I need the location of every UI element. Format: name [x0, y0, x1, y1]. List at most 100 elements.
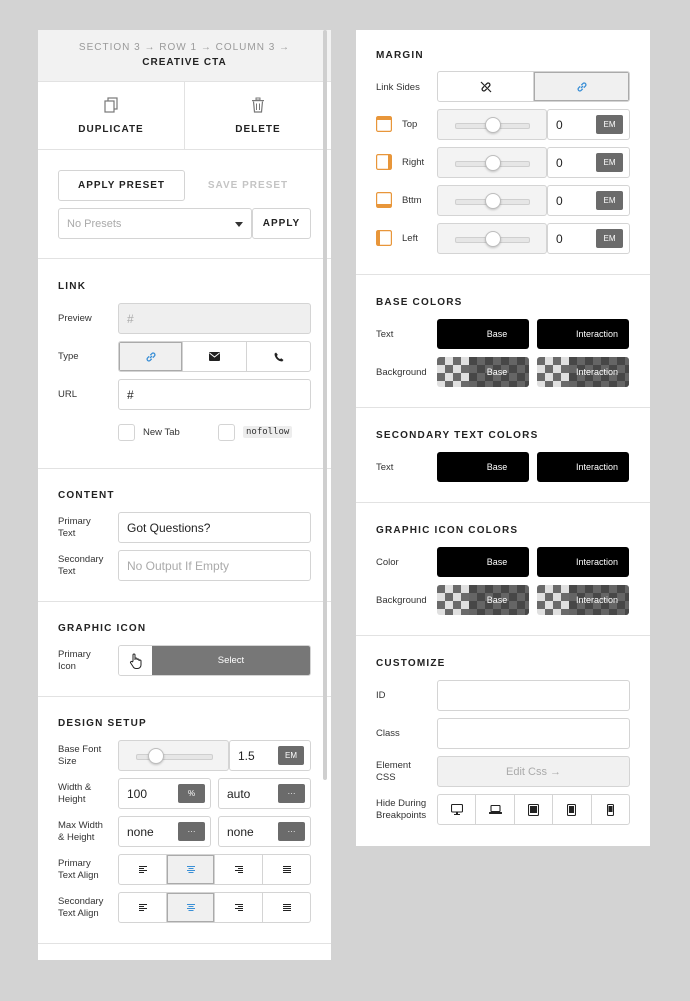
interaction-bg-color-swatch[interactable]: Interaction	[537, 357, 629, 387]
margin-top-unit[interactable]: EM	[596, 115, 623, 134]
icon-preview	[119, 646, 152, 675]
icon-interaction-color-swatch[interactable]: Interaction	[537, 547, 629, 577]
unlink-sides-button[interactable]	[438, 72, 534, 101]
slider-knob[interactable]	[147, 748, 164, 764]
margin-bttm-slider[interactable]	[437, 185, 547, 216]
link-sides-button[interactable]	[534, 72, 629, 101]
preset-select[interactable]: No Presets	[58, 208, 252, 239]
align-right-button[interactable]	[215, 893, 263, 922]
hide-phone-button[interactable]	[592, 795, 629, 824]
secondary-interaction-color-swatch[interactable]: Interaction	[537, 452, 629, 482]
align-center-button[interactable]	[167, 893, 215, 922]
slider-knob[interactable]	[484, 193, 501, 209]
align-center-button[interactable]	[167, 855, 215, 884]
align-right-button[interactable]	[215, 855, 263, 884]
link-type-toggle	[118, 341, 311, 372]
preset-select-value: No Presets	[67, 218, 122, 230]
delete-label: DELETE	[235, 124, 281, 135]
secondary-text-align-label: Secondary Text Align	[58, 896, 104, 919]
margin-bttm-icon	[376, 192, 392, 208]
slider-knob[interactable]	[484, 155, 501, 171]
unlink-icon	[480, 81, 492, 93]
max-height-unit[interactable]: ···	[278, 822, 305, 841]
width-unit[interactable]: %	[178, 784, 205, 803]
base-bg-color-label: Background	[376, 367, 427, 378]
breadcrumb[interactable]: SECTION 3 → ROW 1 → COLUMN 3 →	[38, 42, 331, 53]
new-tab-checkbox[interactable]	[118, 424, 135, 441]
hide-laptop-button[interactable]	[476, 795, 515, 824]
url-input[interactable]: #	[118, 379, 311, 410]
preview-value: #	[127, 311, 134, 326]
envelope-icon	[209, 352, 220, 361]
margin-top-slider[interactable]	[437, 109, 547, 140]
content-section-title: CONTENT	[58, 490, 115, 501]
hide-tablet-landscape-button[interactable]	[515, 795, 554, 824]
icon-bg-base-color-swatch[interactable]: Base	[437, 585, 529, 615]
base-bg-color-swatch[interactable]: Base	[437, 357, 529, 387]
hand-pointer-icon	[129, 653, 143, 669]
height-unit[interactable]: ···	[278, 784, 305, 803]
margin-right-value: 0	[556, 155, 563, 170]
secondary-base-color-swatch[interactable]: Base	[437, 452, 529, 482]
secondary-text-input[interactable]: No Output If Empty	[118, 550, 311, 581]
margin-left-slider[interactable]	[437, 223, 547, 254]
link-icon	[576, 81, 588, 93]
class-input[interactable]	[437, 718, 630, 749]
hide-tablet-portrait-button[interactable]	[553, 795, 592, 824]
primary-text-input[interactable]: Got Questions?	[118, 512, 311, 543]
max-width-unit[interactable]: ···	[178, 822, 205, 841]
apply-button[interactable]: APPLY	[252, 208, 311, 239]
secondary-text-color-label: Text	[376, 462, 394, 473]
hide-desktop-button[interactable]	[438, 795, 477, 824]
margin-bttm-unit[interactable]: EM	[596, 191, 623, 210]
preview-label: Preview	[58, 313, 92, 324]
icon-picker[interactable]: Select	[118, 645, 311, 676]
align-center-icon	[186, 903, 196, 912]
save-preset-button[interactable]: SAVE PRESET	[188, 180, 308, 191]
base-text-color-swatch[interactable]: Base	[437, 319, 529, 349]
link-type-phone[interactable]	[247, 342, 310, 371]
nofollow-checkbox[interactable]	[218, 424, 235, 441]
duplicate-button[interactable]: DUPLICATE	[38, 82, 184, 149]
base-font-unit[interactable]: EM	[278, 746, 304, 765]
icon-bg-interaction-color-swatch[interactable]: Interaction	[537, 585, 629, 615]
id-input[interactable]	[437, 680, 630, 711]
hide-breakpoints-label: Hide During Breakpoints	[376, 798, 427, 821]
slider-knob[interactable]	[484, 231, 501, 247]
interaction-text-color-swatch[interactable]: Interaction	[537, 319, 629, 349]
duplicate-label: DUPLICATE	[78, 124, 144, 135]
margin-right-unit[interactable]: EM	[596, 153, 623, 172]
margin-right-label: Right	[402, 157, 425, 168]
base-font-slider[interactable]	[118, 740, 229, 771]
width-height-label: Width & Height	[58, 782, 92, 805]
align-right-icon	[234, 865, 244, 874]
align-left-icon	[138, 865, 148, 874]
align-left-button[interactable]	[119, 893, 167, 922]
delete-button[interactable]: DELETE	[185, 82, 331, 149]
primary-icon-label: Primary Icon	[58, 649, 91, 672]
edit-css-button[interactable]: Edit Css →	[437, 756, 630, 787]
apply-label: APPLY	[262, 218, 301, 229]
margin-left-icon	[376, 230, 392, 246]
max-width-height-label: Max Width & Height	[58, 820, 103, 843]
margin-right-slider[interactable]	[437, 147, 547, 178]
icon-select-button[interactable]: Select	[152, 646, 310, 675]
align-justify-button[interactable]	[263, 855, 310, 884]
align-right-icon	[234, 903, 244, 912]
link-icon	[145, 351, 157, 363]
link-type-url[interactable]	[119, 342, 183, 371]
apply-preset-button[interactable]: APPLY PRESET	[58, 170, 185, 201]
panel-scrollbar[interactable]	[323, 30, 327, 780]
slider-knob[interactable]	[484, 117, 501, 133]
tablet-landscape-icon	[528, 803, 540, 816]
align-left-button[interactable]	[119, 855, 167, 884]
icon-base-color-swatch[interactable]: Base	[437, 547, 529, 577]
align-justify-button[interactable]	[263, 893, 310, 922]
max-height-value: none	[227, 824, 254, 839]
link-type-email[interactable]	[183, 342, 247, 371]
url-label: URL	[58, 389, 78, 400]
margin-left-unit[interactable]: EM	[596, 229, 623, 248]
link-sides-label: Link Sides	[376, 82, 420, 93]
laptop-icon	[488, 805, 502, 814]
apply-preset-label: APPLY PRESET	[77, 180, 166, 191]
